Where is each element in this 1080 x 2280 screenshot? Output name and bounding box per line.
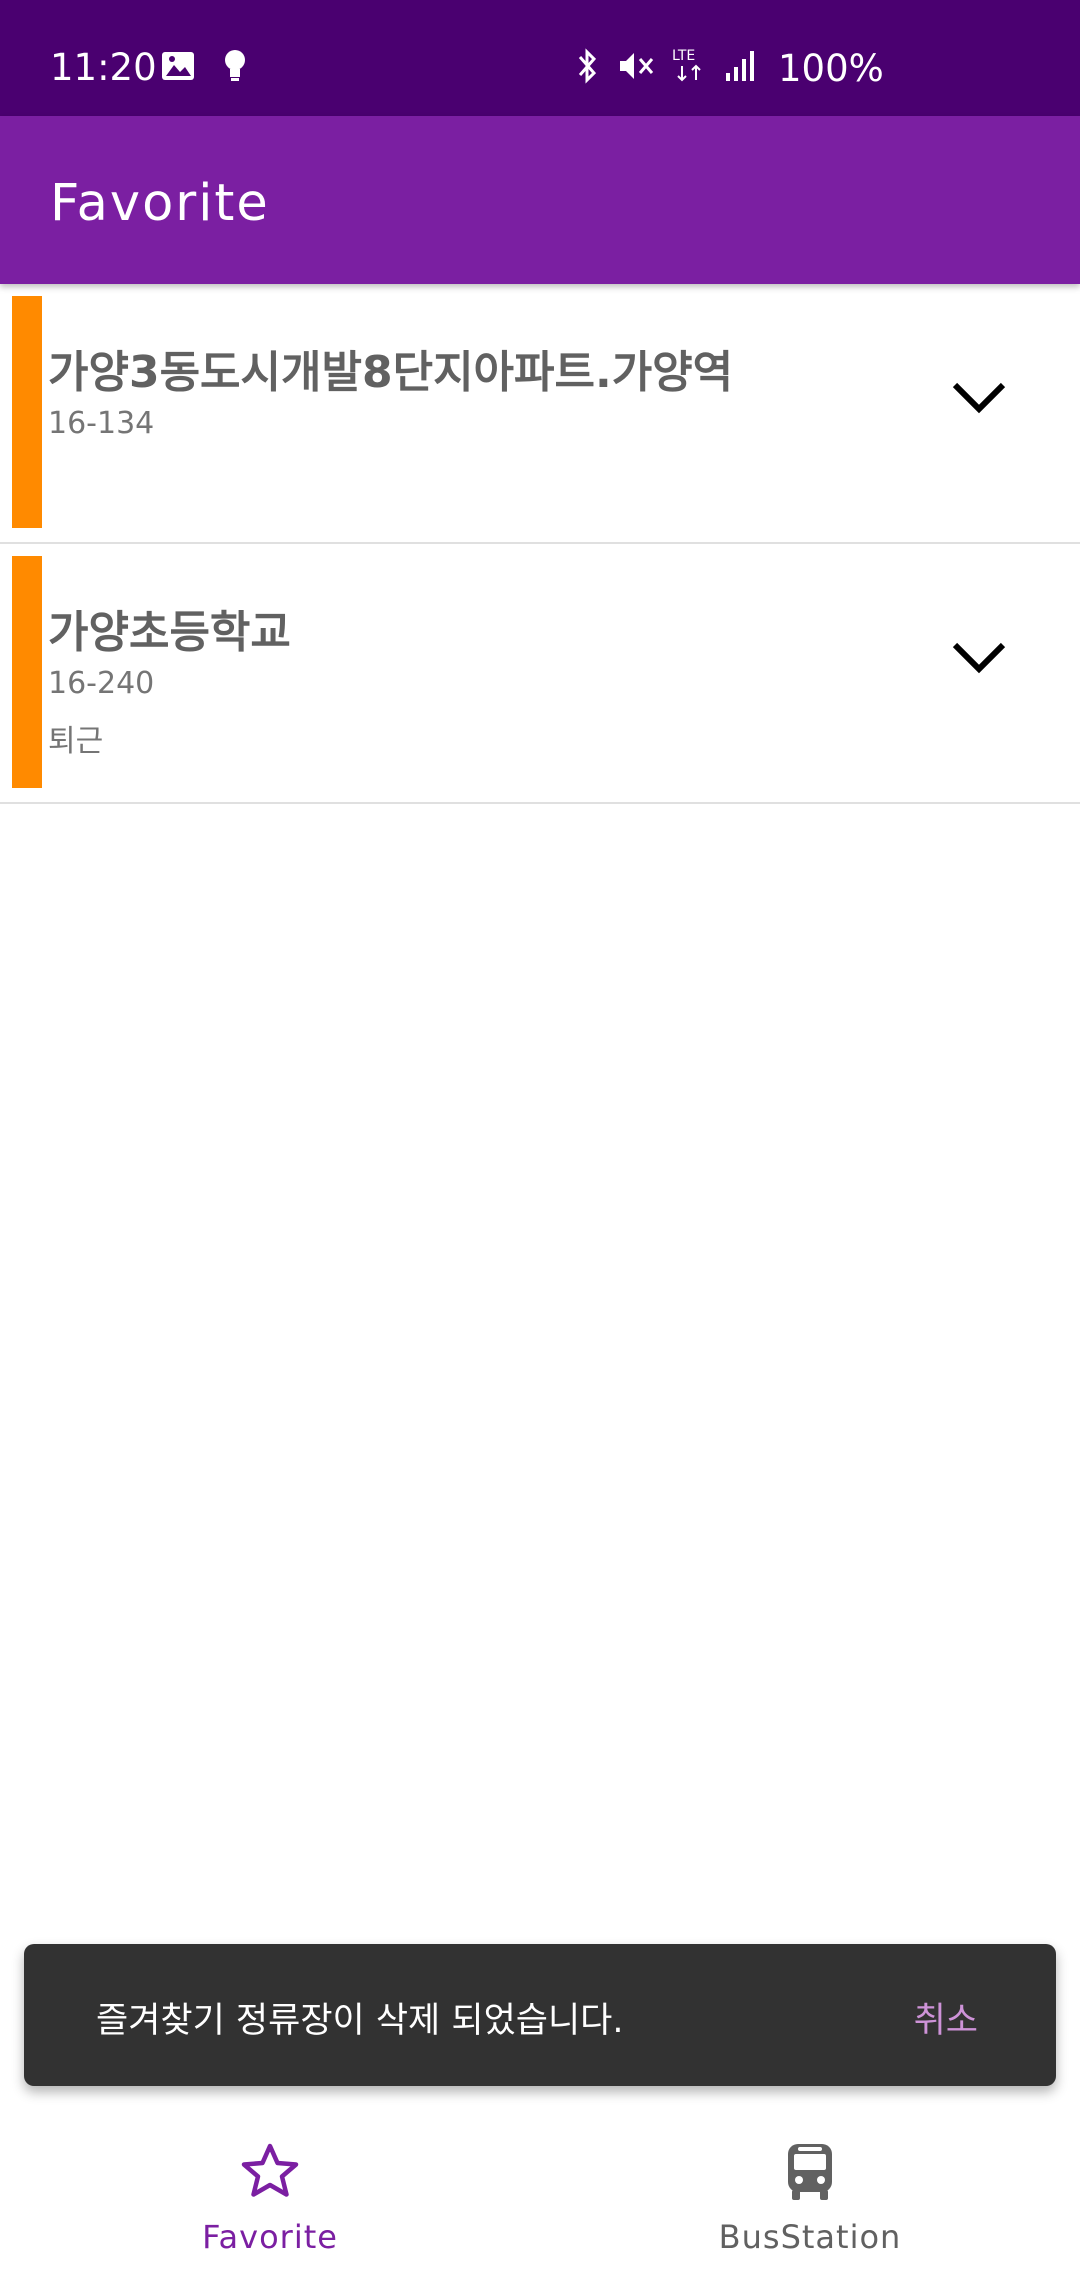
status-bar: 11:20 LTE 100% (0, 0, 1080, 116)
lightbulb-icon (222, 48, 248, 88)
app-bar: Favorite (0, 116, 1080, 284)
svg-text:LTE: LTE (672, 48, 695, 64)
star-outline-icon (238, 2140, 302, 2204)
favorite-route-number: 16-134 (48, 406, 155, 441)
favorite-route-number: 16-240 (48, 666, 155, 701)
favorites-list: 가양3동도시개발8단지아파트.가양역 16-134 가양초등학교 16-240 … (0, 284, 1080, 804)
nav-label-busstation: BusStation (718, 2218, 902, 2256)
bus-icon (778, 2140, 842, 2204)
chevron-down-icon[interactable] (946, 364, 1012, 430)
bottom-navigation: Favorite BusStation (0, 2110, 1080, 2280)
chevron-down-icon[interactable] (946, 624, 1012, 690)
favorite-item[interactable]: 가양초등학교 16-240 퇴근 (0, 544, 1080, 804)
favorite-stop-name: 가양3동도시개발8단지아파트.가양역 (48, 347, 734, 398)
nav-label-favorite: Favorite (202, 2218, 338, 2256)
favorite-memo: 퇴근 (48, 724, 104, 759)
image-icon (160, 50, 196, 86)
undo-button[interactable]: 취소 (914, 1992, 978, 2043)
mute-icon (616, 47, 656, 89)
snackbar: 즐겨찾기 정류장이 삭제 되었습니다. 취소 (24, 1944, 1056, 2086)
nav-item-busstation[interactable]: BusStation (540, 2110, 1080, 2280)
favorite-color-marker (12, 556, 42, 788)
status-time: 11:20 (50, 46, 157, 89)
snackbar-message: 즐겨찾기 정류장이 삭제 되었습니다. (96, 2001, 624, 2041)
bluetooth-icon (572, 47, 602, 89)
signal-icon (724, 49, 758, 87)
nav-item-favorite[interactable]: Favorite (0, 2110, 540, 2280)
battery-percent: 100% (778, 46, 884, 90)
lte-icon: LTE (670, 46, 710, 90)
favorite-color-marker (12, 296, 42, 528)
page-title: Favorite (50, 174, 270, 233)
favorite-stop-name: 가양초등학교 (48, 607, 291, 658)
favorite-item[interactable]: 가양3동도시개발8단지아파트.가양역 16-134 (0, 284, 1080, 544)
